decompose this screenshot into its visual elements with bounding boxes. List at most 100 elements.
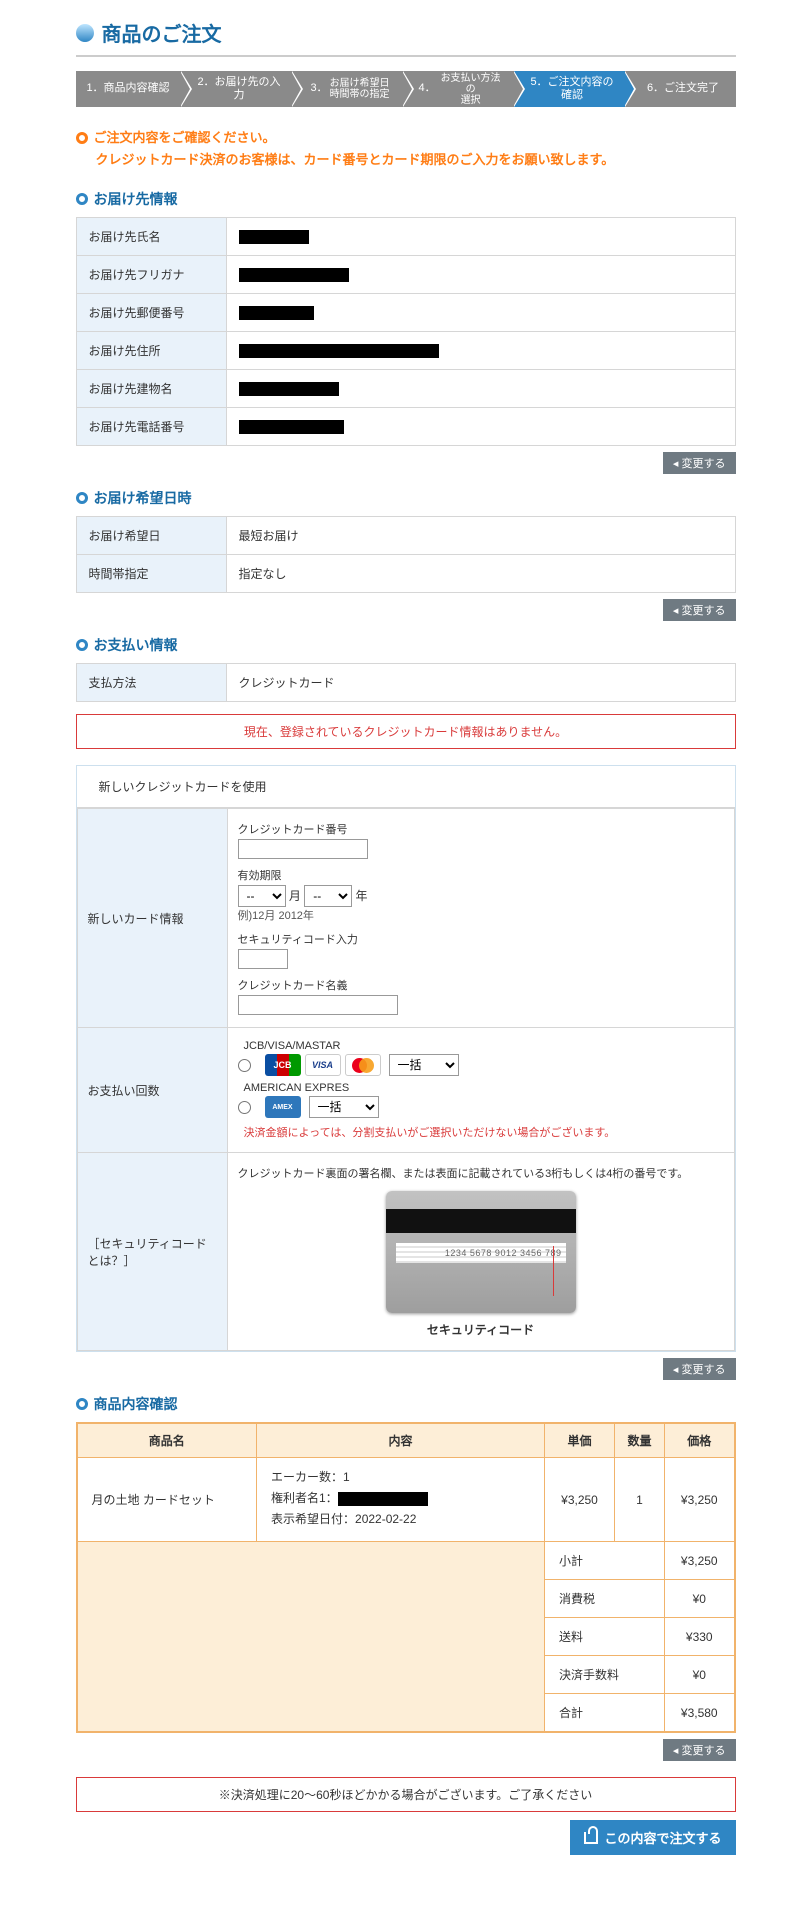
payopt-jvm-radio[interactable]	[238, 1059, 251, 1072]
value-postal	[226, 294, 735, 332]
card-illustration: 1234 5678 9012 3456 789 セキュリティコード	[238, 1191, 724, 1338]
step-2: 2．お届け先の入力	[181, 71, 292, 107]
installments-jvm-select[interactable]: 一括	[389, 1054, 459, 1076]
expiry-hint: 例)12月 2012年	[238, 907, 724, 923]
section-delivery-info: お届け先情報	[76, 189, 736, 209]
col-price: 価格	[665, 1423, 735, 1458]
installments-amex-select[interactable]: 一括	[309, 1096, 379, 1118]
value-building	[226, 370, 735, 408]
step-3: 3． お届け希望日 時間帯の指定	[292, 71, 403, 107]
amex-icon: AMEX	[265, 1096, 301, 1118]
label-address: お届け先住所	[76, 332, 226, 370]
totals-spacer	[77, 1542, 545, 1733]
redacted	[239, 344, 439, 358]
cc-number-label: クレジットカード番号	[238, 821, 724, 837]
expiry-month-select[interactable]: --	[238, 885, 286, 907]
cardname-input[interactable]	[238, 995, 398, 1015]
shipping-value: ¥330	[665, 1618, 735, 1656]
section-delivery-date: お届け希望日時	[76, 488, 736, 508]
label-pay-method: 支払方法	[76, 664, 226, 702]
label-card-info: 新しいカード情報	[77, 809, 227, 1028]
item-price: ¥3,250	[665, 1458, 735, 1542]
seccode-input[interactable]	[238, 949, 288, 969]
value-furigana	[226, 256, 735, 294]
card-form-table: 新しいカード情報 クレジットカード番号 有効期限 -- 月 -- 年 例)12月…	[77, 808, 735, 1351]
product-table: 商品名 内容 単価 数量 価格 月の土地 カードセット エーカー数：1 権利者名…	[76, 1422, 736, 1733]
col-qty: 数量	[615, 1423, 665, 1458]
step-label: 1．商品内容確認	[86, 82, 169, 95]
expiry-label: 有効期限	[238, 867, 724, 883]
step-label: 2．お届け先の入力	[197, 76, 282, 102]
step-4: 4． お支払い方法の 選択	[403, 71, 514, 107]
shipping-label: 送料	[545, 1618, 665, 1656]
date-value: 2022-02-22	[355, 1512, 416, 1526]
value-deliv-date: 最短お届け	[226, 517, 735, 555]
tax-value: ¥0	[665, 1580, 735, 1618]
expiry-year-select[interactable]: --	[304, 885, 352, 907]
bullet-icon	[76, 1398, 88, 1410]
acre-value: 1	[343, 1470, 350, 1484]
step-label: 5．ご注文内容の確認	[530, 76, 615, 102]
label-deliv-time: 時間帯指定	[76, 555, 226, 593]
sec-desc: クレジットカード裏面の署名欄、または表面に記載されている3桁もしくは4桁の番号で…	[238, 1165, 724, 1181]
page-title-icon	[76, 24, 94, 42]
label-name: お届け先氏名	[76, 218, 226, 256]
change-product-button[interactable]: ◂ 変更する	[663, 1739, 736, 1761]
seccode-label: セキュリティコード入力	[238, 931, 724, 947]
year-unit: 年	[356, 889, 368, 903]
step-label: 3．	[310, 82, 327, 95]
change-delivery-button[interactable]: ◂ 変更する	[663, 452, 736, 474]
section-title: お届け先情報	[94, 189, 178, 209]
value-pay-method: クレジットカード	[226, 664, 735, 702]
change-delivery-date-button[interactable]: ◂ 変更する	[663, 599, 736, 621]
label-furigana: お届け先フリガナ	[76, 256, 226, 294]
tax-label: 消費税	[545, 1580, 665, 1618]
item-name: 月の土地 カードセット	[77, 1458, 257, 1542]
delivery-info-table: お届け先氏名 お届け先フリガナ お届け先郵便番号 お届け先住所 お届け先建物名 …	[76, 217, 736, 446]
step-sub: 時間帯の指定	[330, 89, 390, 100]
new-card-head: 新しいクレジットカードを使用	[77, 766, 735, 808]
cc-number-input[interactable]	[238, 839, 368, 859]
installments-warn: 決済金額によっては、分割支払いがご選択いただけない場合がございます。	[244, 1124, 724, 1140]
sec-caption: セキュリティコード	[427, 1321, 534, 1338]
pay-count-cell: JCB/VISA/MASTAR JCB VISA 一括 AMERICAN EXP…	[227, 1028, 734, 1153]
step-label: 6．ご注文完了	[647, 82, 719, 95]
bullet-icon	[76, 492, 88, 504]
label-building: お届け先建物名	[76, 370, 226, 408]
value-phone	[226, 408, 735, 446]
date-label: 表示希望日付：	[271, 1512, 355, 1526]
section-title: お支払い情報	[94, 635, 178, 655]
value-address	[226, 332, 735, 370]
redacted	[239, 230, 309, 244]
bullet-icon	[76, 639, 88, 651]
bottom-notice: ※決済処理に20～60秒ほどかかる場合がございます。ご了承ください	[76, 1777, 736, 1812]
cardname-label: クレジットカード名義	[238, 977, 724, 993]
no-card-notice: 現在、登録されているクレジットカード情報はありません。	[76, 714, 736, 749]
visa-icon: VISA	[305, 1054, 341, 1076]
alert-title: ご注文内容をご確認ください。	[76, 127, 736, 149]
redacted	[239, 306, 314, 320]
mastercard-icon	[345, 1054, 381, 1076]
section-title: お届け希望日時	[94, 488, 192, 508]
brand-amex-label: AMERICAN EXPRES	[244, 1082, 724, 1094]
jcb-icon: JCB	[265, 1054, 301, 1076]
month-unit: 月	[289, 889, 301, 903]
section-title: 商品内容確認	[94, 1394, 178, 1414]
redacted	[338, 1492, 428, 1506]
cart-icon	[584, 1832, 598, 1844]
payment-method-table: 支払方法クレジットカード	[76, 663, 736, 702]
sec-q-cell: クレジットカード裏面の署名欄、または表面に記載されている3桁もしくは4桁の番号で…	[227, 1153, 734, 1351]
section-payment: お支払い情報	[76, 635, 736, 655]
payopt-amex-radio[interactable]	[238, 1101, 251, 1114]
col-content: 内容	[257, 1423, 545, 1458]
change-payment-button[interactable]: ◂ 変更する	[663, 1358, 736, 1380]
holder-label: 権利者名1：	[271, 1491, 338, 1505]
acre-label: エーカー数：	[271, 1470, 343, 1484]
progress-stepper: 1．商品内容確認 2．お届け先の入力 3． お届け希望日 時間帯の指定 4． お…	[76, 71, 736, 107]
step-label: 4．	[419, 82, 436, 95]
alert-sub: クレジットカード決済のお客様は、カード番号とカード期限のご入力をお願い致します。	[76, 149, 736, 171]
submit-order-button[interactable]: この内容で注文する	[570, 1820, 735, 1855]
step-5: 5．ご注文内容の確認	[514, 71, 625, 107]
order-button-label: この内容で注文する	[604, 1828, 721, 1847]
value-deliv-time: 指定なし	[226, 555, 735, 593]
